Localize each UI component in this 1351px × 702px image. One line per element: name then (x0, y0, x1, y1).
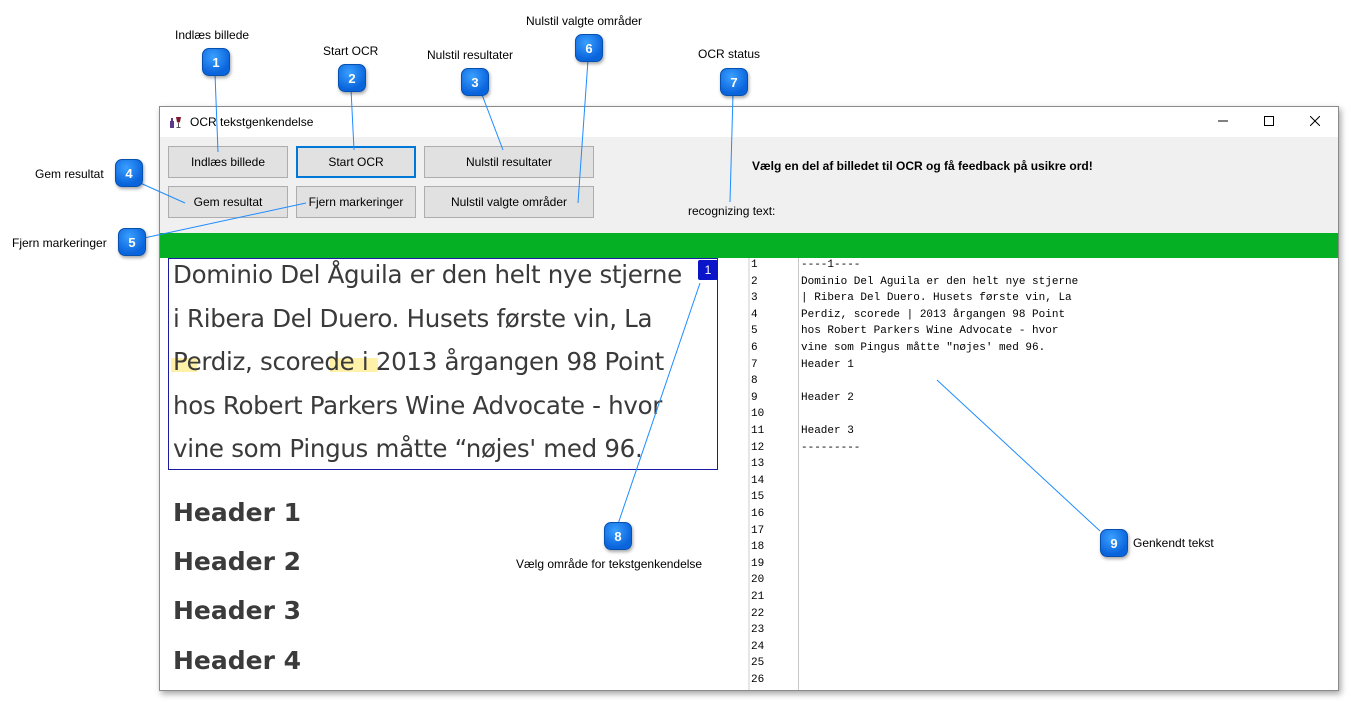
ocr-selection-area[interactable] (168, 258, 718, 470)
line-number: 24 (751, 640, 765, 653)
close-icon (1309, 113, 1321, 131)
line-number: 3 (751, 292, 758, 305)
remove-marks-button[interactable]: Fjern markeringer (296, 186, 416, 218)
line-number: 5 (751, 325, 758, 338)
start-ocr-button[interactable]: Start OCR (296, 146, 416, 178)
line-number-gutter: 1 2 3 4 5 6 7 8 9 10 11 12 13 14 15 16 17 18 19 20 21 22 23 24 2… (750, 258, 799, 690)
reset-selected-areas-button[interactable]: Nulstil valgte områder (424, 186, 594, 218)
line-number: 6 (751, 342, 758, 354)
image-pane[interactable]: Dominio Del Åguila er den helt nye stjer… (160, 258, 748, 690)
minimize-button[interactable] (1200, 107, 1246, 137)
line-number: 9 (751, 391, 758, 404)
recognized-text-line[interactable]: ----1---- (801, 259, 860, 271)
line-number: 12 (751, 441, 765, 454)
save-result-button[interactable]: Gem resultat (168, 186, 288, 218)
selection-number-tag[interactable]: 1 (698, 260, 718, 280)
recognized-text-line[interactable]: vine som Pingus måtte "nøjes' med 96. (801, 342, 1045, 354)
callout-label: Nulstil resultater (427, 48, 514, 62)
line-number: 8 (751, 375, 758, 388)
callout-label: Indlæs billede (175, 28, 250, 42)
line-number: 10 (751, 408, 765, 421)
recognized-text-line[interactable]: hos Robert Parkers Wine Advocate - hvor (801, 325, 1058, 337)
callout-label: Nulstil valgte områder (526, 14, 643, 28)
title-bar: OCR tekstgenkendelse (160, 107, 1338, 137)
ocr-window: OCR tekstgenkendelse Indlæs billede Star… (159, 106, 1339, 691)
maximize-button[interactable] (1246, 107, 1292, 137)
line-number: 25 (751, 657, 765, 670)
line-number: 15 (751, 491, 765, 504)
callout-badge: 5 (118, 228, 146, 256)
callout-label: Start OCR (323, 44, 379, 58)
instruction-heading: Vælg en del af billedet til OCR og få fe… (752, 159, 1093, 173)
line-number: 2 (751, 275, 758, 288)
recognized-text-pane[interactable]: 1 2 3 4 5 6 7 8 9 10 11 12 13 14 15 16 17 18 19 20 21 22 23 24 2… (750, 258, 1338, 690)
line-number: 4 (751, 308, 758, 321)
recognized-text-line[interactable]: Header 2 (801, 392, 854, 404)
line-number: 11 (751, 425, 765, 437)
callout-badge: 3 (461, 68, 489, 96)
callout-label: Vælg område for tekstgenkendelse (516, 557, 703, 571)
wine-bottle-icon (169, 115, 183, 129)
callout-label: OCR status (698, 47, 761, 61)
recognized-text-line[interactable]: Header 1 (801, 359, 854, 371)
line-number: 13 (751, 458, 765, 471)
callout-label: Genkendt tekst (1133, 536, 1214, 550)
callout-badge: 2 (338, 64, 366, 92)
callout-label: Fjern markeringer (12, 236, 107, 250)
callout-label: Gem resultat (35, 167, 104, 181)
line-number: 22 (751, 607, 765, 620)
line-number: 20 (751, 574, 765, 587)
recognized-text-line[interactable]: | Ribera Del Duero. Husets første vin, L… (801, 292, 1072, 304)
minimize-icon (1218, 113, 1228, 131)
line-number: 21 (751, 591, 765, 603)
window-title: OCR tekstgenkendelse (190, 115, 314, 129)
close-button[interactable] (1292, 107, 1338, 137)
recognized-text-line[interactable]: --------- (801, 442, 860, 454)
toolbar: Indlæs billede Start OCR Nulstil resulta… (160, 137, 1338, 233)
line-number: 16 (751, 508, 765, 520)
progress-bar (160, 233, 1338, 258)
recognized-text-line[interactable]: Dominio Del Aguila er den helt nye stjer… (801, 276, 1078, 288)
line-number: 14 (751, 474, 765, 487)
image-header: Header 3 (173, 596, 302, 625)
recognized-text-line[interactable]: Perdiz, scorede | 2013 årgangen 98 Point (801, 309, 1065, 321)
callout-badge: 8 (604, 522, 632, 550)
callout-badge: 7 (720, 68, 748, 96)
line-number: 18 (751, 541, 765, 554)
callout-badge: 4 (115, 159, 143, 187)
line-number: 17 (751, 524, 765, 537)
line-number: 19 (751, 557, 765, 570)
maximize-icon (1264, 113, 1274, 131)
reset-results-button[interactable]: Nulstil resultater (424, 146, 594, 178)
callout-badge: 6 (575, 34, 603, 62)
recognized-text-line[interactable]: Header 3 (801, 425, 854, 437)
line-number: 23 (751, 624, 765, 637)
load-image-button[interactable]: Indlæs billede (168, 146, 288, 178)
line-number: 1 (751, 259, 758, 271)
image-header: Header 4 (173, 646, 302, 675)
line-number: 7 (751, 358, 758, 371)
ocr-status-text: recognizing text: (688, 204, 776, 218)
line-number: 26 (751, 674, 765, 686)
image-header: Header 2 (173, 547, 302, 576)
image-header: Header 1 (173, 498, 302, 527)
callout-badge: 9 (1100, 529, 1128, 557)
callout-badge: 1 (202, 48, 230, 76)
